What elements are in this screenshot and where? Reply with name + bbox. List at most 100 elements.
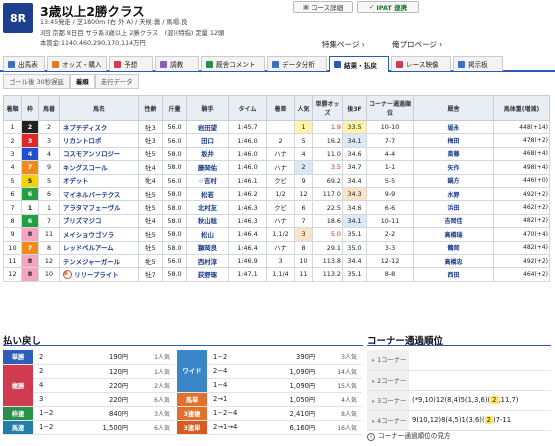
trainer-link[interactable]: 堀永: [413, 119, 494, 135]
horse-name-link[interactable]: キングスコール: [59, 160, 139, 175]
trainer-name: 鍋方: [447, 178, 460, 186]
jockey-link[interactable]: 岩田望: [186, 119, 229, 135]
results-header-row: 着順 枠 馬番 馬名 性齢 斤量 騎手 タイム 着差 人気 単勝オッズ 後3F …: [3, 95, 550, 121]
subtab-finish-order[interactable]: 着順: [69, 74, 95, 89]
popularity: 11: [294, 267, 313, 282]
payout-amount-cell: 190円: [73, 350, 131, 365]
tab-data-analysis[interactable]: データ分析: [267, 56, 327, 71]
corner-label: ▸ 4コーナー: [367, 410, 409, 431]
jockey-link[interactable]: 松若: [186, 186, 229, 202]
trainer-link[interactable]: 高橋忠: [413, 253, 494, 269]
corner-order: 10-11: [366, 213, 414, 229]
trainer-link[interactable]: 西田: [413, 267, 494, 282]
margin: ハナ: [266, 146, 295, 162]
col-margin: 着差: [266, 95, 295, 121]
tab-training[interactable]: 調教: [155, 56, 199, 71]
payout-amount: 190: [109, 353, 122, 362]
margin: 2: [266, 133, 295, 148]
finish-time: 1:46.1: [228, 173, 267, 188]
corner-order-value: [409, 370, 551, 391]
corner-order-post: )7-11: [492, 416, 512, 424]
mypro-page-link[interactable]: 俺プロページ ›: [392, 39, 442, 50]
yen-unit: 円: [121, 354, 128, 362]
trainer-name: 斎藤: [447, 151, 460, 159]
horse-name-link[interactable]: アラタマフェーヴル: [59, 200, 139, 215]
jockey-link[interactable]: 坂井: [186, 146, 229, 162]
trainer-link[interactable]: 矢作: [413, 160, 494, 175]
carried-weight: 56.0: [162, 133, 187, 148]
bet-type-label: 馬連: [3, 420, 33, 435]
payout-amount: 6,160: [289, 423, 309, 432]
trainer-link[interactable]: 鶴岡: [413, 240, 494, 255]
horse-name-link[interactable]: マイネルバーテクス: [59, 186, 139, 202]
payout-amount-cell: 2,410円: [262, 406, 318, 421]
finish-rank: 8: [3, 213, 22, 229]
last-3f: 34.4: [342, 253, 367, 269]
horse-name: リカントロポ: [63, 137, 102, 146]
jockey-link[interactable]: 田口: [186, 133, 229, 148]
horse-name-link[interactable]: コスモアンソロジー: [59, 146, 139, 162]
margin: 1/2: [266, 186, 295, 202]
finish-rank: 12: [3, 267, 22, 282]
horse-name-link[interactable]: リカントロポ: [59, 133, 139, 148]
last-3f: 35.0: [342, 240, 367, 255]
tab-stable-comment[interactable]: 厩舎コメント: [201, 56, 265, 71]
trainer-link[interactable]: 吉岡佳: [413, 213, 494, 229]
horse-name-link[interactable]: ブリズマジコ: [59, 213, 139, 229]
corner-order: 4-4: [366, 146, 414, 162]
tab-entries[interactable]: 出馬表: [3, 56, 45, 71]
finish-rank: 3: [3, 146, 22, 162]
tab-results[interactable]: 結果・払戻: [329, 56, 389, 72]
video-icon: [396, 60, 403, 68]
payout-popularity: 14人気: [318, 364, 362, 379]
horse-name-link[interactable]: テンメジャーガール: [59, 253, 139, 269]
trainer-link[interactable]: 浜田: [413, 200, 494, 215]
triangle-icon: ▸: [372, 397, 376, 405]
horse-name-link[interactable]: レッドベルアーム: [59, 240, 139, 255]
horse-name: ブリズマジコ: [63, 217, 102, 226]
special-page-link[interactable]: 特集ページ ›: [322, 39, 365, 50]
tab-board[interactable]: 掲示板: [453, 56, 503, 71]
body-weight: 468(+4): [493, 146, 550, 162]
body-weight: 482(+2): [493, 213, 550, 229]
frame-number: 3: [21, 133, 39, 148]
corner-order: 12-12: [366, 253, 414, 269]
col-trainer: 厩舎: [413, 95, 494, 121]
horse-name-link[interactable]: オデット: [59, 173, 139, 188]
finish-rank: 5: [3, 173, 22, 188]
tab-odds[interactable]: オッズ・購入: [47, 56, 107, 71]
trainer-link[interactable]: 梅田: [413, 133, 494, 148]
horse-name-link[interactable]: ネプチディスク: [59, 119, 139, 135]
trainer-link[interactable]: 斎藤: [413, 146, 494, 162]
frame-number: 6: [21, 186, 39, 202]
tab-race-video[interactable]: レース映像: [391, 56, 451, 71]
win-odds: 69.2: [312, 173, 343, 188]
frame-number: 8: [21, 227, 39, 242]
jockey-link[interactable]: 獅岡良: [186, 240, 229, 255]
corner-help-link[interactable]: i コーナー通過順位の見方: [367, 430, 451, 441]
jockey-link[interactable]: 藤岡佑: [186, 160, 229, 175]
trainer-link[interactable]: 高橋瑞: [413, 227, 494, 242]
ipat-link-button[interactable]: ✓ IPAT 連携: [357, 1, 419, 13]
jockey-link[interactable]: 荻野琢: [186, 267, 229, 282]
horse-number: 10: [38, 267, 60, 282]
trainer-link[interactable]: 鍋方: [413, 173, 494, 188]
payout-combination: 3: [33, 392, 73, 407]
finish-rank: 4: [3, 160, 22, 175]
tab-prediction[interactable]: 予想: [109, 56, 153, 71]
jockey-link[interactable]: 西村淳: [186, 253, 229, 269]
popularity: 10: [294, 253, 313, 269]
margin: ハナ: [266, 160, 295, 175]
jockey-link[interactable]: 松山: [186, 227, 229, 242]
jockey-link[interactable]: ☆吉村: [186, 173, 229, 188]
horse-name-link[interactable]: メイショウゴソラ: [59, 227, 139, 242]
corner-order-pre: (*9,10)12(8,4)5(1,3,6)(: [412, 396, 491, 404]
jockey-link[interactable]: 秋山稔: [186, 213, 229, 229]
horse-name-link[interactable]: B リリープライト: [59, 267, 139, 282]
payout-combination: 1−2: [207, 350, 262, 365]
trainer-link[interactable]: 水野: [413, 186, 494, 202]
subtab-running-data[interactable]: 走行データ: [94, 74, 139, 89]
horse-number: 9: [38, 160, 60, 175]
jockey-link[interactable]: 北村友: [186, 200, 229, 215]
course-detail-button[interactable]: ▣ コース詳細: [293, 1, 353, 13]
